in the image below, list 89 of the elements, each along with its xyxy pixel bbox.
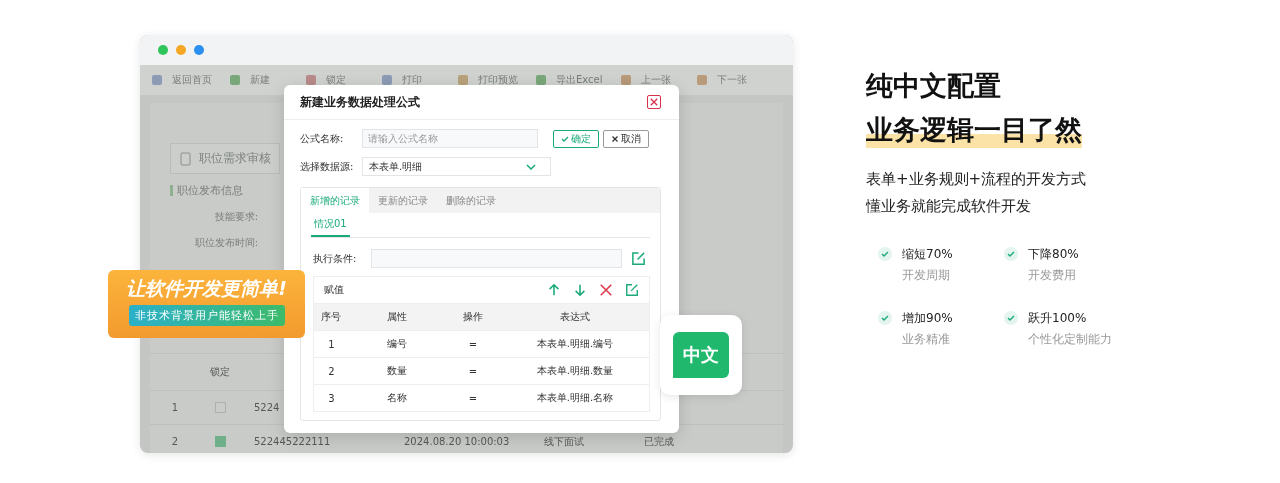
confirm-button[interactable]: 确定 [553, 129, 599, 148]
stat-value: 跃升100% [1028, 310, 1088, 327]
stat-value: 下降80% [1028, 246, 1079, 263]
tab[interactable]: 删除的记录 [437, 188, 505, 213]
toolbar-icon[interactable] [228, 73, 242, 87]
stat-label: 开发周期 [902, 267, 951, 284]
toolbar-icon[interactable] [534, 73, 548, 87]
toolbar-button[interactable]: 返回首页 [150, 73, 224, 87]
toolbar-icon[interactable] [456, 73, 470, 87]
table-cell-text: = [467, 365, 479, 377]
column-header: 序号 [320, 310, 343, 324]
chevron-down-icon[interactable] [526, 163, 536, 170]
cancel-button[interactable]: 取消 [603, 129, 649, 148]
table-cell-text: 522445222111 [253, 436, 332, 447]
table-cell-text: 2 [170, 436, 180, 447]
select-field[interactable]: 本表单.明细 [362, 157, 551, 176]
stat-value: 缩短70% [902, 246, 953, 263]
stat-label: 个性化定制能力 [1028, 331, 1112, 348]
column-header: 属性 [386, 310, 408, 324]
description-text: 懂业务就能完成软件开发 [866, 196, 1032, 217]
table-cell-text: 1 [327, 338, 336, 350]
table-cell-text: = [467, 392, 479, 404]
delete-icon[interactable] [599, 283, 613, 297]
toolbar-button[interactable]: 打印预览 [456, 73, 530, 87]
input-field[interactable] [371, 249, 622, 268]
check-icon [1004, 247, 1018, 261]
check-icon [878, 247, 892, 261]
document-icon [179, 151, 193, 166]
field-label: 技能要求: [214, 211, 258, 222]
toolbar-button[interactable]: 新建 [228, 73, 300, 87]
assign-title: 赋值 [324, 283, 344, 297]
arrow-up-icon[interactable] [547, 283, 561, 297]
chat-bubble: 中文 [673, 332, 729, 378]
badge-title: 让软件开发更简单! [126, 276, 287, 301]
field-label: 执行条件: [313, 251, 358, 266]
table-cell-text: 数量 [386, 364, 408, 378]
column-header: 表达式 [558, 310, 591, 324]
row-checkbox[interactable] [214, 436, 226, 447]
table-cell-text: 本表单.明细.数量 [535, 364, 615, 378]
check-icon [878, 311, 892, 325]
column-header: 操作 [462, 310, 485, 324]
table-cell-text: 3 [327, 392, 336, 404]
toolbar-icon[interactable] [304, 73, 318, 87]
field-label: 职位发布时间: [194, 237, 258, 248]
toolbar-icon[interactable] [618, 73, 633, 87]
check-icon [1004, 311, 1018, 325]
stat-value: 增加90% [902, 310, 953, 327]
subtab[interactable]: 情况01 [311, 213, 350, 237]
stat-label: 业务精准 [902, 331, 951, 348]
field-label: 公式名称: [300, 131, 345, 146]
task-button[interactable]: 职位需求审核 [170, 143, 280, 174]
badge-subtitle: 非技术背景用户能轻松上手 [128, 305, 285, 326]
headline: 纯中文配置 [866, 69, 1001, 103]
table-cell-text: = [467, 338, 479, 350]
table-cell: 2024.08.20 10:00:03 [404, 436, 510, 447]
tab[interactable]: 新增的记录 [301, 188, 369, 213]
toolbar-icon[interactable] [380, 73, 394, 87]
stat-label: 开发费用 [1028, 267, 1077, 284]
edit-icon[interactable] [631, 251, 646, 266]
close-icon[interactable] [647, 95, 661, 109]
toolbar-icon[interactable] [694, 73, 709, 87]
window-dot[interactable] [194, 45, 204, 55]
toolbar-button[interactable]: 锁定 [304, 73, 376, 87]
table-cell-text: 本表单.明细.编号 [535, 337, 615, 351]
table-cell-text: 1 [170, 402, 180, 413]
tab[interactable]: 更新的记录 [369, 188, 437, 213]
window-dot[interactable] [158, 45, 168, 55]
description-text: 表单+业务规则+流程的开发方式 [866, 169, 1088, 190]
section-title: 职位发布信息 [177, 183, 243, 198]
table-cell: 线下面试 [544, 435, 584, 447]
input-field[interactable]: 请输入公式名称 [362, 129, 538, 148]
field-label: 选择数据源: [300, 159, 355, 174]
toolbar-button[interactable]: 打印 [380, 73, 452, 87]
dialog-title: 新建业务数据处理公式 [300, 93, 420, 111]
close-icon [611, 134, 619, 143]
toolbar-icon[interactable] [150, 73, 164, 87]
toolbar-button[interactable]: 导出Excel [534, 73, 615, 87]
table-cell-text: 5224 [253, 402, 281, 413]
table-cell: 已完成 [644, 435, 674, 447]
row-checkbox[interactable] [214, 402, 226, 413]
column-header: 锁定 [209, 365, 231, 379]
table-cell-text: 编号 [386, 337, 408, 351]
window-dot[interactable] [176, 45, 186, 55]
table-cell-text: 本表单.明细.名称 [535, 391, 615, 405]
table-cell-text: 2 [327, 365, 336, 377]
check-icon [561, 134, 569, 143]
table-cell-text: 名称 [386, 391, 408, 405]
edit-icon[interactable] [625, 283, 639, 297]
arrow-down-icon[interactable] [573, 283, 587, 297]
